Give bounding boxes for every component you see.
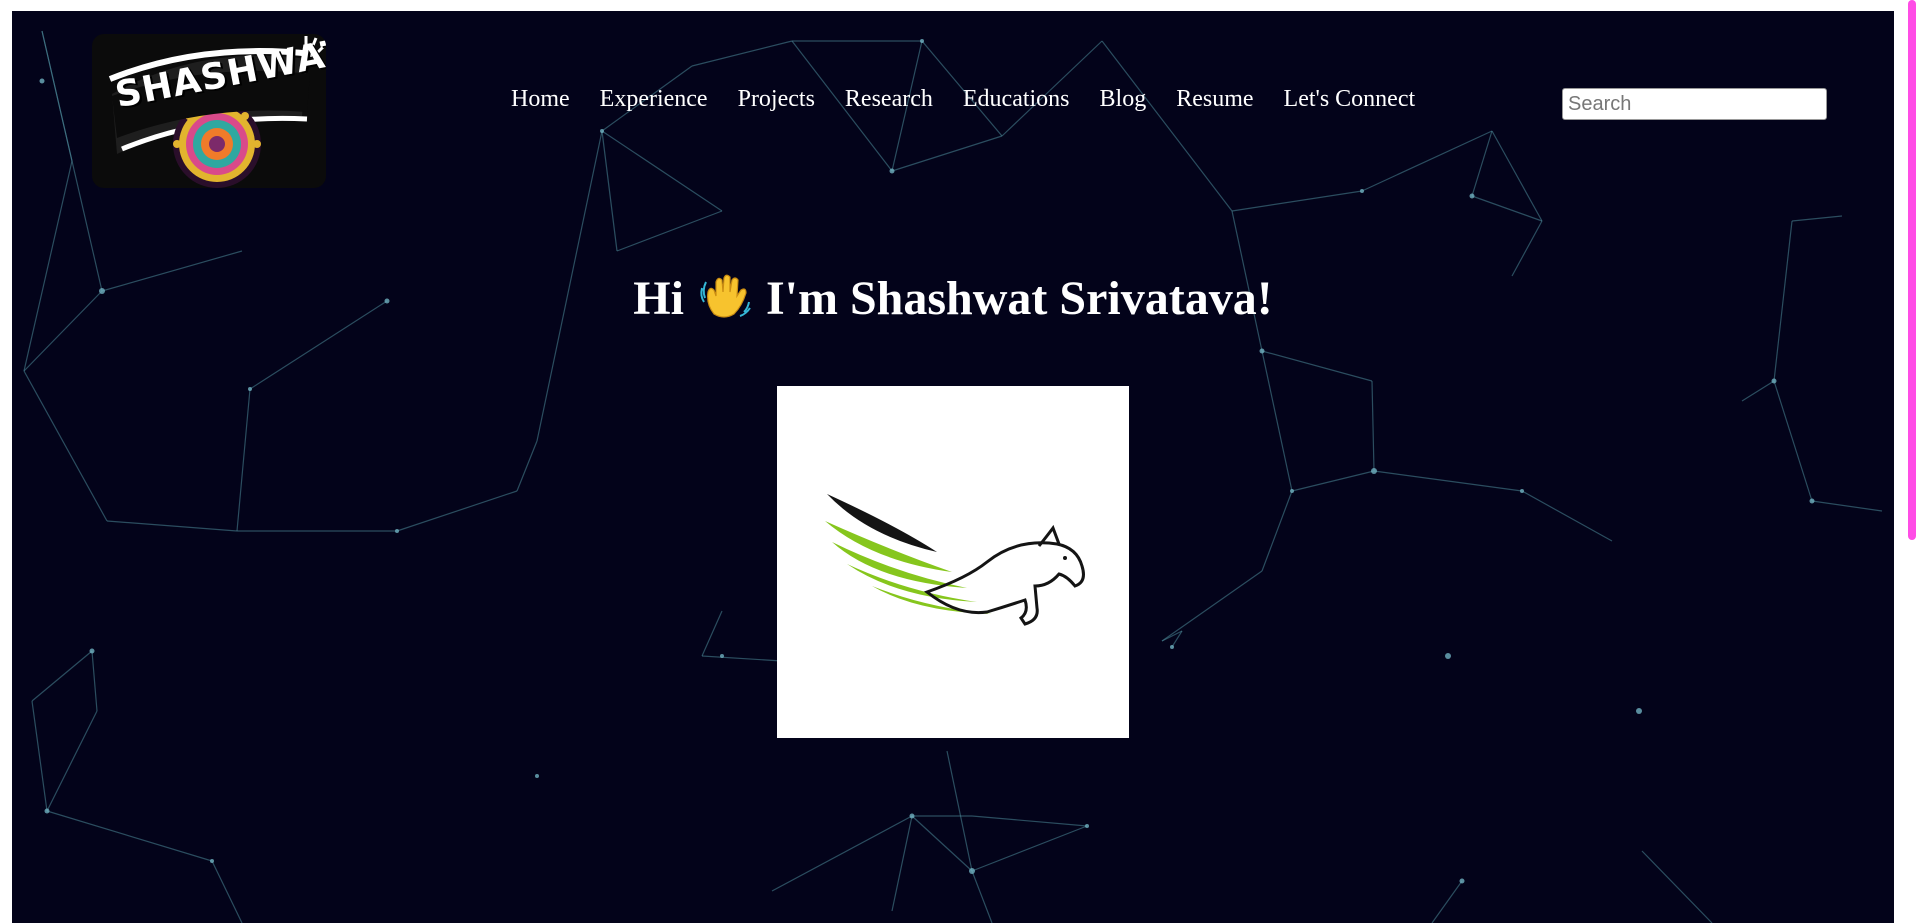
- site-logo[interactable]: SHASHWAT: [92, 34, 326, 188]
- nav-blog[interactable]: Blog: [1085, 85, 1162, 113]
- nav-lets-connect[interactable]: Let's Connect: [1269, 85, 1431, 113]
- nav-resume[interactable]: Resume: [1161, 85, 1268, 113]
- nav-projects[interactable]: Projects: [723, 85, 830, 113]
- nav-research[interactable]: Research: [830, 85, 948, 113]
- nav-educations[interactable]: Educations: [948, 85, 1085, 113]
- greeting-prefix: Hi: [633, 272, 684, 325]
- nav-experience[interactable]: Experience: [585, 85, 723, 113]
- search-input[interactable]: [1562, 88, 1827, 120]
- waving-hand-icon: [700, 274, 751, 318]
- page-viewport: SHASHWAT Home Experience Projects Resear…: [12, 11, 1894, 923]
- main-nav: Home Experience Projects Research Educat…: [496, 85, 1430, 113]
- greeting-name: I'm Shashwat Srivatava!: [765, 272, 1273, 325]
- hero-greeting: Hi I'm Shashwat Srivatava!: [12, 269, 1894, 329]
- nav-home[interactable]: Home: [496, 85, 585, 113]
- scrollbar-thumb[interactable]: [1908, 0, 1916, 540]
- hero-image: [777, 386, 1129, 738]
- winged-horse-logo-icon: [825, 494, 1085, 626]
